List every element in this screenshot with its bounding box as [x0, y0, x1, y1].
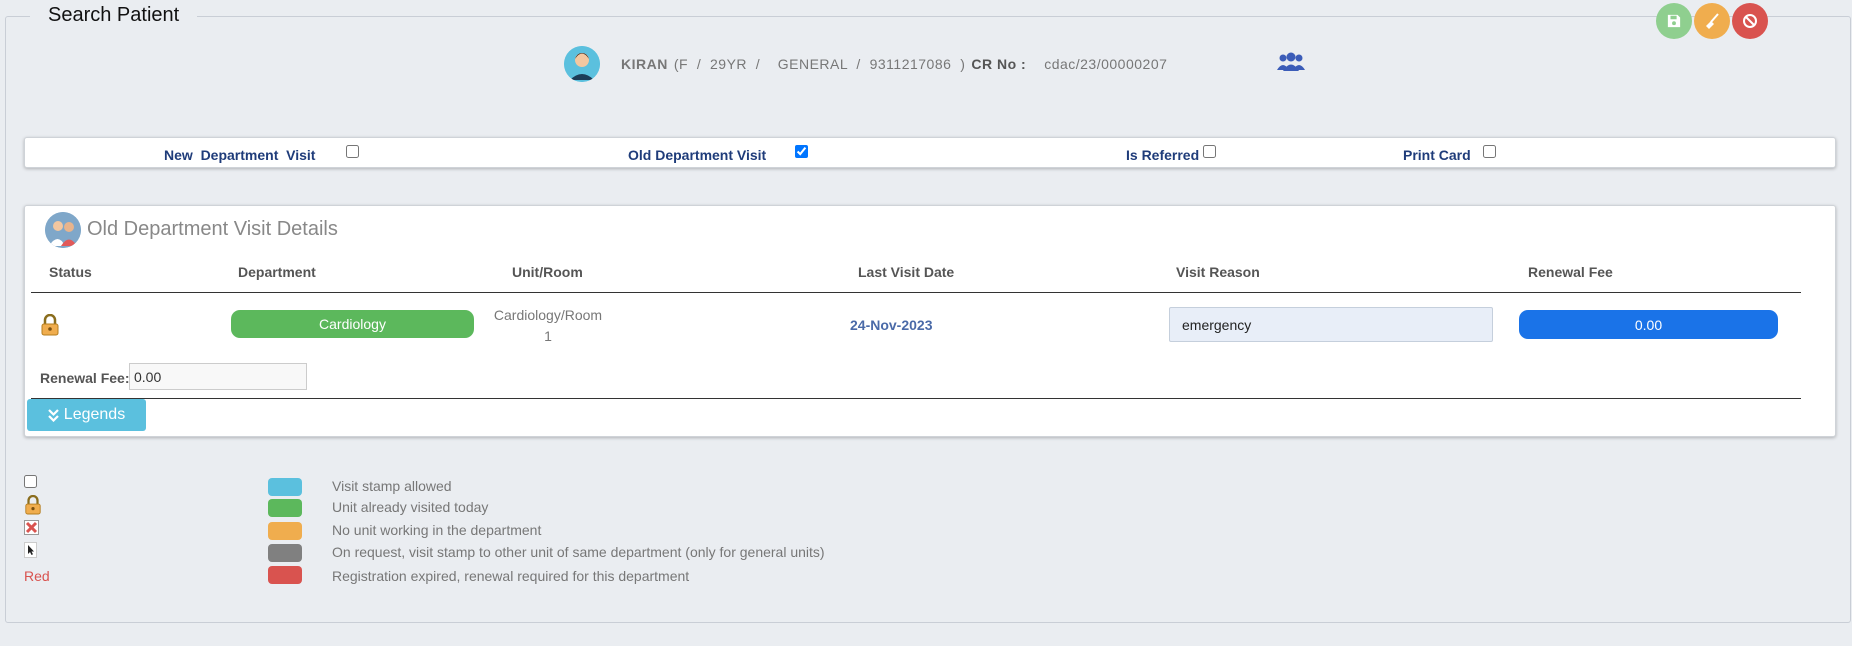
doctor-avatar-icon — [564, 46, 600, 82]
old-visit-details-panel: Old Department Visit Details Status Depa… — [24, 205, 1836, 437]
patient-info-row: KIRAN (F / 29YR / GENERAL / 9311217086 )… — [564, 46, 1167, 82]
legend-text: No unit working in the department — [332, 522, 542, 538]
legend-swatch-blue — [268, 478, 302, 496]
patient-avatar — [564, 46, 600, 82]
unit-room-cell: Cardiology/Room 1 — [473, 305, 623, 347]
users-group-icon[interactable] — [1277, 52, 1305, 77]
save-button[interactable] — [1656, 3, 1692, 39]
legend-text: On request, visit stamp to other unit of… — [332, 544, 825, 560]
clear-button[interactable] — [1694, 3, 1730, 39]
department-badge[interactable]: Cardiology — [231, 310, 474, 338]
panel-title: Old Department Visit Details — [87, 218, 338, 240]
referred-checkbox[interactable] — [1203, 145, 1216, 158]
doctors-icon — [45, 212, 81, 248]
ban-icon — [1743, 14, 1757, 28]
cancel-button[interactable] — [1732, 3, 1768, 39]
panel-divider — [31, 398, 1801, 399]
patient-name: KIRAN — [621, 56, 668, 72]
table-divider — [31, 292, 1801, 293]
old-visit-checkbox[interactable] — [795, 145, 808, 158]
lock-icon — [40, 313, 60, 341]
new-visit-checkbox[interactable] — [346, 145, 359, 158]
renewal-fee-input[interactable] — [129, 363, 307, 390]
print-card-checkbox[interactable] — [1483, 145, 1496, 158]
legend-text: Unit already visited today — [332, 499, 489, 515]
cr-number-label: CR No : — [971, 56, 1027, 72]
legend-text: Registration expired, renewal required f… — [332, 568, 690, 584]
unit-room-number: 1 — [544, 328, 552, 344]
save-icon — [1667, 14, 1681, 28]
print-card-label: Print Card — [1403, 147, 1471, 163]
visit-reason-input[interactable] — [1169, 307, 1493, 342]
header-department: Department — [238, 264, 316, 280]
visit-options-bar: New Department Visit Old Department Visi… — [24, 137, 1836, 168]
header-last-visit-date: Last Visit Date — [858, 264, 955, 280]
cross-icon — [24, 520, 39, 540]
legends-button[interactable]: Legends — [27, 399, 146, 431]
broom-icon — [1706, 13, 1719, 29]
legend-swatch-green — [268, 499, 302, 517]
referred-label: Is Referred — [1126, 147, 1200, 163]
legend-checkbox[interactable] — [24, 475, 37, 488]
page-title: Search Patient — [30, 4, 198, 27]
legends-button-label: Legends — [63, 406, 126, 423]
old-visit-label: Old Department Visit — [628, 147, 767, 163]
legend-swatch-orange — [268, 522, 302, 540]
header-unit-room: Unit/Room — [512, 264, 583, 280]
top-action-buttons — [1656, 3, 1768, 39]
header-status: Status — [49, 264, 92, 280]
legend-red-label: Red — [24, 568, 50, 584]
new-visit-label: New Department Visit — [164, 147, 316, 163]
last-visit-date: 24-Nov-2023 — [850, 317, 933, 333]
cursor-icon — [24, 542, 37, 563]
renewal-fee-pill: 0.00 — [1519, 310, 1778, 339]
legend-text: Visit stamp allowed — [332, 478, 452, 494]
header-visit-reason: Visit Reason — [1176, 264, 1260, 280]
patient-details: (F / 29YR / GENERAL / 9311217086 ) — [673, 56, 966, 72]
cr-number-value: cdac/23/00000207 — [1044, 56, 1168, 72]
lock-icon — [24, 494, 42, 520]
unit-room-name: Cardiology/Room — [493, 307, 603, 323]
double-chevron-down-icon — [48, 408, 59, 422]
legend-swatch-red — [268, 566, 302, 584]
renewal-fee-label: Renewal Fee: — [40, 370, 130, 386]
legend-swatch-grey — [268, 544, 302, 562]
header-renewal-fee: Renewal Fee — [1528, 264, 1613, 280]
